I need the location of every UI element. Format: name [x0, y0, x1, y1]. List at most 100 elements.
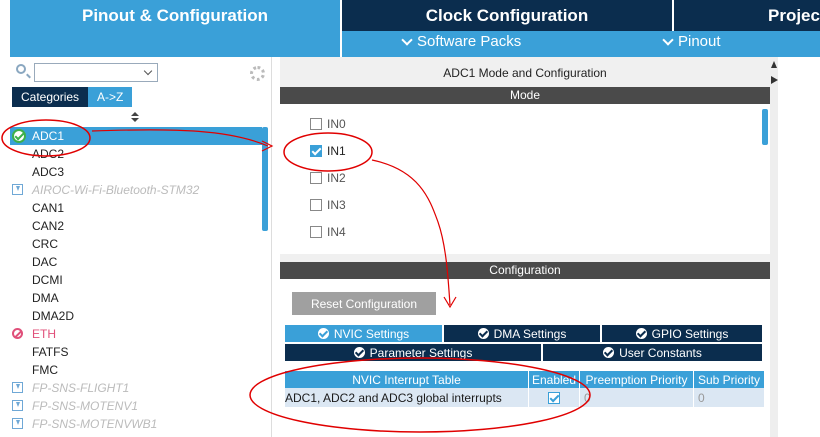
checkbox[interactable] — [310, 226, 322, 238]
tab-parameter-settings[interactable]: Parameter Settings — [285, 344, 541, 361]
check-circle-icon — [353, 347, 365, 358]
tab-label: GPIO Settings — [651, 326, 729, 341]
checkbox[interactable] — [310, 172, 322, 184]
checkbox-label: IN3 — [327, 198, 346, 212]
column-header-sub-priority: Sub Priority — [694, 371, 765, 388]
tab-gpio-settings[interactable]: GPIO Settings — [602, 325, 762, 342]
list-item-label: DCMI — [32, 273, 63, 287]
chevron-down-icon — [662, 33, 674, 46]
tab-nvic-settings[interactable]: NVIC Settings — [285, 325, 442, 342]
tab-label: NVIC Settings — [333, 326, 410, 341]
software-packs-menu[interactable]: Software Packs — [401, 33, 522, 50]
list-item[interactable]: FATFS — [10, 343, 262, 361]
tab-clock-configuration[interactable]: Clock Configuration — [342, 0, 672, 31]
list-item-label: FMC — [32, 363, 58, 377]
list-item[interactable]: DMA — [10, 289, 262, 307]
search-input[interactable] — [34, 63, 158, 82]
column-header-preemption: Preemption Priority — [580, 371, 694, 388]
chevron-down-icon[interactable] — [143, 66, 153, 76]
tab-label: Parameter Settings — [369, 345, 473, 360]
download-icon — [12, 382, 23, 393]
input-checkbox-row[interactable]: IN4 — [310, 224, 346, 240]
peripheral-list: ADC1 ADC2 ADC3 AIROC-Wi-Fi-Bluetooth-STM32 C… — [10, 127, 262, 433]
tab-a-z[interactable]: A->Z — [88, 87, 133, 107]
list-item[interactable]: FMC — [10, 361, 262, 379]
list-item[interactable]: DAC — [10, 253, 262, 271]
list-item[interactable]: ADC2 — [10, 145, 262, 163]
list-item-label: FP-SNS-MOTENVWB1 — [32, 417, 158, 431]
collapse-left-icon[interactable] — [771, 76, 782, 84]
list-item-label: CAN1 — [32, 201, 65, 215]
scrollbar[interactable] — [762, 109, 768, 145]
sub-priority-cell[interactable]: 0 — [694, 388, 765, 407]
search-icon — [16, 64, 26, 74]
list-item-label: ETH — [32, 327, 56, 341]
reset-configuration-button[interactable]: Reset Configuration — [292, 292, 436, 315]
tab-pinout-configuration[interactable]: Pinout & Configuration — [10, 0, 340, 57]
list-item[interactable]: AIROC-Wi-Fi-Bluetooth-STM32 — [10, 181, 262, 199]
list-item-label: AIROC-Wi-Fi-Bluetooth-STM32 — [32, 183, 200, 197]
list-item[interactable]: ADC3 — [10, 163, 262, 181]
list-item[interactable]: DCMI — [10, 271, 262, 289]
list-item[interactable]: FP-SNS-MOTENVWB1 — [10, 415, 262, 433]
search-row — [10, 61, 272, 85]
list-item-label: DAC — [32, 255, 58, 269]
chevron-down-icon — [401, 33, 413, 46]
mode-section-header: Mode — [280, 87, 770, 104]
list-item[interactable]: CAN2 — [10, 217, 262, 235]
input-checkbox-row[interactable]: IN0 — [310, 116, 346, 132]
peripheral-list-panel: Categories A->Z ADC1 ADC2 ADC3 AIROC-Wi-Fi-… — [10, 57, 272, 437]
tab-dma-settings[interactable]: DMA Settings — [444, 325, 600, 342]
panel-resize-bar[interactable] — [770, 57, 778, 437]
input-checkbox-row[interactable]: IN2 — [310, 170, 346, 186]
collapse-up-icon[interactable] — [771, 58, 777, 68]
pinout-menu[interactable]: Pinout — [662, 33, 721, 50]
download-icon — [12, 400, 23, 411]
input-checkbox-row[interactable]: IN3 — [310, 197, 346, 213]
checkbox-label: IN2 — [327, 171, 346, 185]
list-item-label: FP-SNS-MOTENV1 — [32, 399, 139, 413]
input-checkbox-row[interactable]: IN1 — [310, 143, 346, 159]
enabled-cell[interactable] — [529, 388, 580, 407]
tab-user-constants[interactable]: User Constants — [543, 344, 762, 361]
list-item[interactable]: ADC1 — [10, 127, 262, 145]
mode-configuration-panel: ADC1 Mode and Configuration Mode IN0 IN1 I… — [280, 57, 770, 437]
list-item-label: DMA2D — [32, 309, 75, 323]
tab-label: User Constants — [619, 345, 702, 360]
pinout-menu-label: Pinout — [678, 33, 721, 50]
download-icon — [12, 418, 23, 429]
enabled-checkbox[interactable] — [548, 391, 560, 404]
sort-arrows-icon[interactable] — [131, 112, 139, 124]
list-item[interactable]: DMA2D — [10, 307, 262, 325]
list-item-label: CAN2 — [32, 219, 65, 233]
list-item-label: ADC3 — [32, 165, 65, 179]
check-circle-icon — [603, 347, 615, 358]
checkbox[interactable] — [310, 199, 322, 211]
list-item-label: CRC — [32, 237, 58, 251]
tab-label: DMA Settings — [493, 326, 567, 341]
category-tabs: Categories A->Z — [12, 87, 133, 107]
download-icon — [12, 184, 23, 195]
gear-icon[interactable] — [250, 66, 265, 81]
check-icon — [12, 129, 26, 143]
ban-icon — [12, 328, 23, 339]
list-item[interactable]: FP-SNS-FLIGHT1 — [10, 379, 262, 397]
list-item[interactable]: CRC — [10, 235, 262, 253]
tab-categories[interactable]: Categories — [12, 87, 89, 107]
list-item-label: FATFS — [32, 345, 69, 359]
checkbox-label: IN1 — [327, 144, 346, 158]
checkbox-label: IN0 — [327, 117, 346, 131]
list-item[interactable]: FP-SNS-MOTENV1 — [10, 397, 262, 415]
tab-project-manager[interactable]: Projec — [674, 0, 820, 31]
list-item[interactable]: CAN1 — [10, 199, 262, 217]
checkbox[interactable] — [310, 145, 322, 157]
list-item[interactable]: ETH — [10, 325, 262, 343]
scrollbar[interactable] — [262, 127, 268, 231]
software-packs-label: Software Packs — [417, 33, 522, 50]
column-header-enabled: Enabled — [529, 371, 580, 388]
column-header-interrupt: NVIC Interrupt Table — [285, 371, 529, 388]
check-circle-icon — [477, 328, 489, 339]
checkbox[interactable] — [310, 118, 322, 130]
preemption-priority-cell[interactable]: 0 — [580, 388, 694, 407]
list-item-label: ADC2 — [32, 147, 65, 161]
